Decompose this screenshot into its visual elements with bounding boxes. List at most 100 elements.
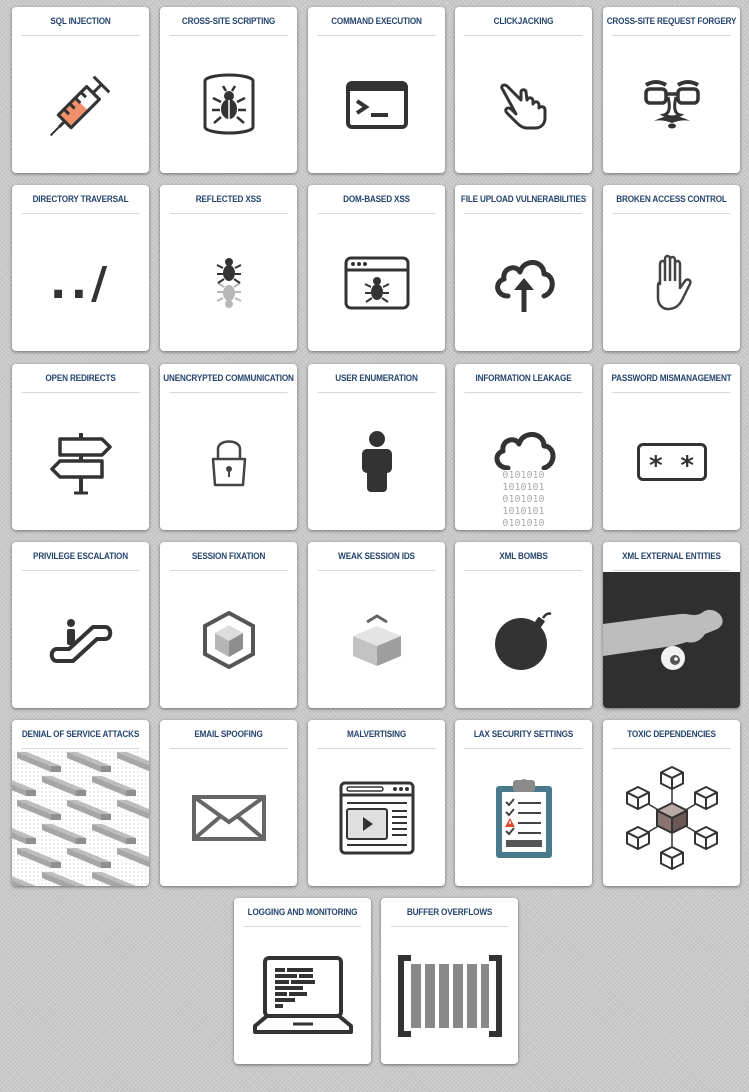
card-denial-of-service-attacks[interactable]: Denial of Service Attacks <box>12 720 149 886</box>
card-title: Malvertising <box>317 720 436 749</box>
padlock-icon <box>160 394 297 530</box>
leaking-cloud-icon: 0101010 1010101 0101010 1010101 0101010 <box>455 394 592 530</box>
cloud-upload-icon <box>455 215 592 351</box>
dos-bar <box>67 800 111 820</box>
dos-bar <box>67 848 111 868</box>
laptop-log-icon <box>234 928 371 1064</box>
password-mask: * * <box>648 451 695 481</box>
dos-bar <box>12 828 36 844</box>
card-logging-and-monitoring[interactable]: Logging and Monitoring <box>234 898 371 1064</box>
escalator-icon <box>12 572 149 708</box>
dos-bar <box>17 752 61 772</box>
bracketed-bars-icon <box>381 928 518 1064</box>
card-password-mismanagement[interactable]: Password Mismanagement * * <box>603 364 740 530</box>
card-title: Broken Access Control <box>612 185 731 214</box>
card-title: SQL Injection <box>21 7 140 36</box>
card-directory-traversal[interactable]: Directory Traversal ../ <box>12 185 149 351</box>
bomb-icon <box>455 572 592 708</box>
card-title: Command Execution <box>317 7 436 36</box>
card-unencrypted-communication[interactable]: Unencrypted Communication <box>160 364 297 530</box>
dependency-cube <box>693 826 718 850</box>
central-cube <box>655 802 688 834</box>
reflected-bug-icon <box>160 215 297 351</box>
binary-line: 0101010 <box>502 470 545 481</box>
dot-dot-slash-glyph: ../ <box>49 257 112 309</box>
browser-video-ad-icon <box>308 750 445 886</box>
syringe-icon <box>12 37 149 173</box>
card-title: Toxic Dependencies <box>612 720 731 749</box>
card-title: DOM-Based XSS <box>317 185 436 214</box>
dos-bar <box>17 848 61 868</box>
card-reflected-xss[interactable]: Reflected XSS <box>160 185 297 351</box>
card-malvertising[interactable]: Malvertising <box>308 720 445 886</box>
card-broken-access-control[interactable]: Broken Access Control <box>603 185 740 351</box>
card-xml-external-entities[interactable]: XML External Entities <box>603 542 740 708</box>
card-session-fixation[interactable]: Session Fixation <box>160 542 297 708</box>
stop-hand-icon <box>603 215 740 351</box>
hand-grabbing-eye-icon <box>603 572 740 708</box>
signpost-icon <box>12 394 149 530</box>
browser-bug-icon <box>308 215 445 351</box>
dos-bar <box>17 800 61 820</box>
person-icon <box>308 394 445 530</box>
binary-line: 1010101 <box>502 506 545 517</box>
card-xml-bombs[interactable]: XML Bombs <box>455 542 592 708</box>
card-weak-session-ids[interactable]: Weak Session IDs <box>308 542 445 708</box>
dependency-cube <box>659 846 684 870</box>
card-clickjacking[interactable]: Clickjacking <box>455 7 592 173</box>
pointer-hand-icon <box>455 37 592 173</box>
card-title: Buffer Overflows <box>390 898 509 927</box>
card-sql-injection[interactable]: SQL Injection <box>12 7 149 173</box>
card-cross-site-scripting[interactable]: Cross-Site Scripting <box>160 7 297 173</box>
card-title: Lax Security Settings <box>464 720 583 749</box>
terminal-icon <box>308 37 445 173</box>
binary-line: 0101010 <box>502 494 545 505</box>
card-title: XML Bombs <box>464 542 583 571</box>
card-email-spoofing[interactable]: Email Spoofing <box>160 720 297 886</box>
card-information-leakage[interactable]: Information Leakage 0101010 1010101 0101… <box>455 364 592 530</box>
dos-bar <box>92 824 136 844</box>
dos-bar <box>42 776 86 796</box>
card-title: User Enumeration <box>317 364 436 393</box>
bug-database-icon <box>160 37 297 173</box>
clipboard-checklist-icon <box>455 750 592 886</box>
dos-bar <box>92 872 136 886</box>
card-buffer-overflows[interactable]: Buffer Overflows <box>381 898 518 1064</box>
dependency-cube <box>693 786 718 810</box>
binary-line: 1010101 <box>502 482 545 493</box>
card-title: Cross-Site Request Forgery <box>607 7 736 36</box>
card-title: Information Leakage <box>464 364 583 393</box>
card-title: Logging and Monitoring <box>243 898 362 927</box>
dos-bar <box>42 872 86 886</box>
card-title: Unencrypted Communication <box>163 364 294 393</box>
card-privilege-escalation[interactable]: Privilege Escalation <box>12 542 149 708</box>
dos-bar <box>67 752 111 772</box>
hexagon-cube-icon <box>160 572 297 708</box>
card-title: Email Spoofing <box>169 720 288 749</box>
dos-bar <box>117 752 149 772</box>
dos-bar <box>92 776 136 796</box>
dos-bar <box>42 824 86 844</box>
card-open-redirects[interactable]: Open Redirects <box>12 364 149 530</box>
card-command-execution[interactable]: Command Execution <box>308 7 445 173</box>
password-field-icon: * * <box>603 394 740 530</box>
card-title: XML External Entities <box>612 542 731 571</box>
card-toxic-dependencies[interactable]: Toxic Dependencies <box>603 720 740 886</box>
tile-pattern-icon <box>12 750 149 886</box>
card-title: Weak Session IDs <box>317 542 436 571</box>
dependency-cube <box>625 786 650 810</box>
disguise-glasses-icon <box>603 37 740 173</box>
card-title: Reflected XSS <box>169 185 288 214</box>
card-lax-security-settings[interactable]: Lax Security Settings <box>455 720 592 886</box>
card-file-upload-vulnerabilities[interactable]: File Upload Vulnerabilities <box>455 185 592 351</box>
dos-bar <box>117 800 149 820</box>
open-box-icon <box>308 572 445 708</box>
card-user-enumeration[interactable]: User Enumeration <box>308 364 445 530</box>
dependency-cube <box>625 826 650 850</box>
dos-bar <box>12 876 36 886</box>
card-dom-based-xss[interactable]: DOM-Based XSS <box>308 185 445 351</box>
dependency-cubes-icon <box>603 750 740 886</box>
card-cross-site-request-forgery[interactable]: Cross-Site Request Forgery <box>603 7 740 173</box>
card-title: Open Redirects <box>21 364 140 393</box>
card-title: File Upload Vulnerabilities <box>461 185 586 214</box>
